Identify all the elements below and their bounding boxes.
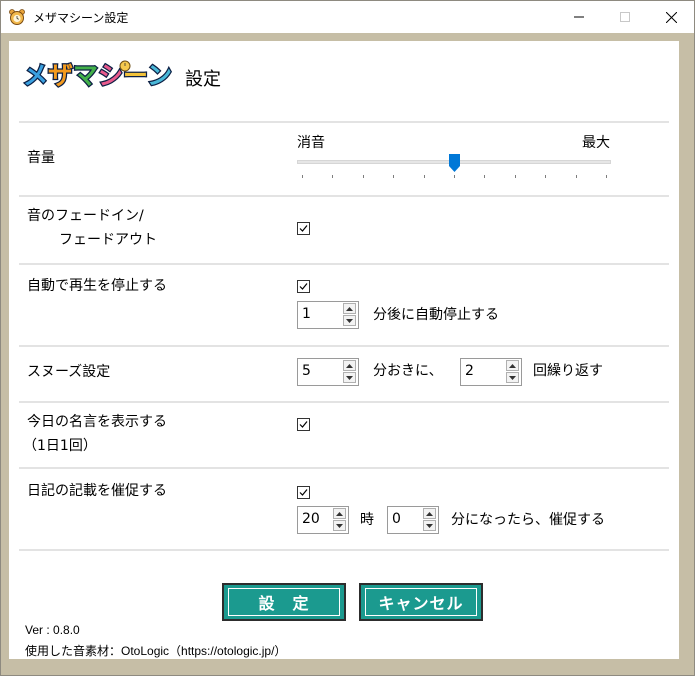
diary-hour-stepper[interactable]: 20 [297,506,349,534]
fade-label-line1: 音のフェードイン/ [27,208,144,224]
slider-tick [514,175,516,178]
ok-button-label: 設 定 [228,588,340,616]
snooze-repeat-value[interactable]: 2 [465,363,474,379]
decrement-button[interactable] [506,372,519,383]
divider [19,467,669,469]
up-arrow-icon [426,511,433,516]
slider-tick [484,175,486,178]
svg-text:ザ: ザ [48,61,73,90]
quote-label-line1: 今日の名言を表示する [27,414,167,430]
divider [19,549,669,551]
auto-stop-label: 自動で再生を停止する [27,278,167,294]
close-button[interactable] [648,1,694,33]
slider-tick [575,175,577,178]
diary-minute-value[interactable]: 0 [392,511,401,527]
divider [19,121,669,123]
credit-text: 使用した音素材：OtoLogic（https://otologic.jp/） [25,644,287,658]
slider-tick [393,175,395,178]
snooze-repeat-stepper[interactable]: 2 [460,358,522,386]
increment-button[interactable] [506,360,519,371]
quote-label-line2: （1日1回） [23,438,97,454]
diary-hour-suffix: 時 [360,512,374,528]
down-arrow-icon [509,375,516,380]
volume-slider-thumb[interactable] [448,154,460,172]
up-arrow-icon [346,306,353,311]
down-arrow-icon [426,523,433,528]
diary-minute-stepper[interactable]: 0 [387,506,439,534]
diary-hour-value[interactable]: 20 [302,511,320,527]
ok-button[interactable]: 設 定 [222,583,346,621]
checkmark-icon [299,421,308,428]
cancel-button[interactable]: キャンセル [359,583,483,621]
title-bar[interactable]: メザマシーン設定 [1,1,694,33]
svg-text:メ: メ [23,61,48,90]
checkmark-icon [299,489,308,496]
svg-text:シ: シ [98,61,123,90]
slider-tick [606,175,607,178]
minimize-icon [574,16,584,18]
auto-stop-checkbox[interactable] [297,280,310,293]
fade-checkbox[interactable] [297,222,310,235]
close-icon [665,11,677,23]
slider-tick [332,175,334,178]
slider-tick [454,175,455,178]
settings-panel: メザマ メ ザ マ シ シ ー ー ン ン 設定 音量 消音 最大 音のフェード… [9,41,679,659]
checkmark-icon [299,225,308,232]
snooze-label: スヌーズ設定 [27,364,111,380]
maximize-icon [620,12,630,22]
decrement-button[interactable] [343,372,356,383]
snooze-interval-suffix: 分おきに、 [373,363,443,379]
down-arrow-icon [336,523,343,528]
diary-minute-suffix: 分になったら、催促する [451,512,605,528]
mezamashine-logo: メザマ メ ザ マ シ シ ー ー ン ン [21,57,174,92]
divider [19,195,669,197]
checkmark-icon [299,283,308,290]
snooze-repeat-suffix: 回繰り返す [533,363,603,379]
snooze-interval-value[interactable]: 5 [302,363,311,379]
auto-stop-minutes-stepper[interactable]: 1 [297,301,359,329]
window-title: メザマシーン設定 [33,11,129,25]
volume-min-label: 消音 [297,135,325,151]
up-arrow-icon [336,511,343,516]
volume-max-label: 最大 [582,135,610,151]
minimize-button[interactable] [556,1,602,33]
increment-button[interactable] [343,360,356,371]
version-text: Ver : 0.8.0 [25,623,80,637]
decrement-button[interactable] [333,520,346,531]
maximize-button [602,1,648,33]
decrement-button[interactable] [423,520,436,531]
auto-stop-suffix: 分後に自動停止する [373,307,499,323]
up-arrow-icon [346,363,353,368]
increment-button[interactable] [343,303,356,314]
volume-label: 音量 [27,150,55,166]
auto-stop-minutes-value[interactable]: 1 [302,306,311,322]
increment-button[interactable] [423,508,436,519]
svg-text:ン: ン [147,61,172,90]
divider [19,401,669,403]
increment-button[interactable] [333,508,346,519]
divider [19,345,669,347]
down-arrow-icon [346,318,353,323]
cancel-button-label: キャンセル [365,588,477,616]
up-arrow-icon [509,363,516,368]
diary-label: 日記の記載を催促する [27,483,167,499]
diary-checkbox[interactable] [297,486,310,499]
page-title: 設定 [185,69,221,90]
slider-tick [545,175,547,178]
svg-text:マ: マ [73,61,98,90]
slider-tick [423,175,425,178]
quote-checkbox[interactable] [297,418,310,431]
slider-tick [302,175,303,178]
fade-label-line2: フェードアウト [59,232,157,248]
decrement-button[interactable] [343,315,356,326]
down-arrow-icon [346,375,353,380]
alarm-clock-bear-icon [9,9,25,25]
settings-window: メザマシーン設定 メザマ メ ザ マ シ シ ー ー ン ン 設定 音量 消音 … [0,0,695,676]
snooze-interval-stepper[interactable]: 5 [297,358,359,386]
slider-tick [362,175,364,178]
divider [19,263,669,265]
